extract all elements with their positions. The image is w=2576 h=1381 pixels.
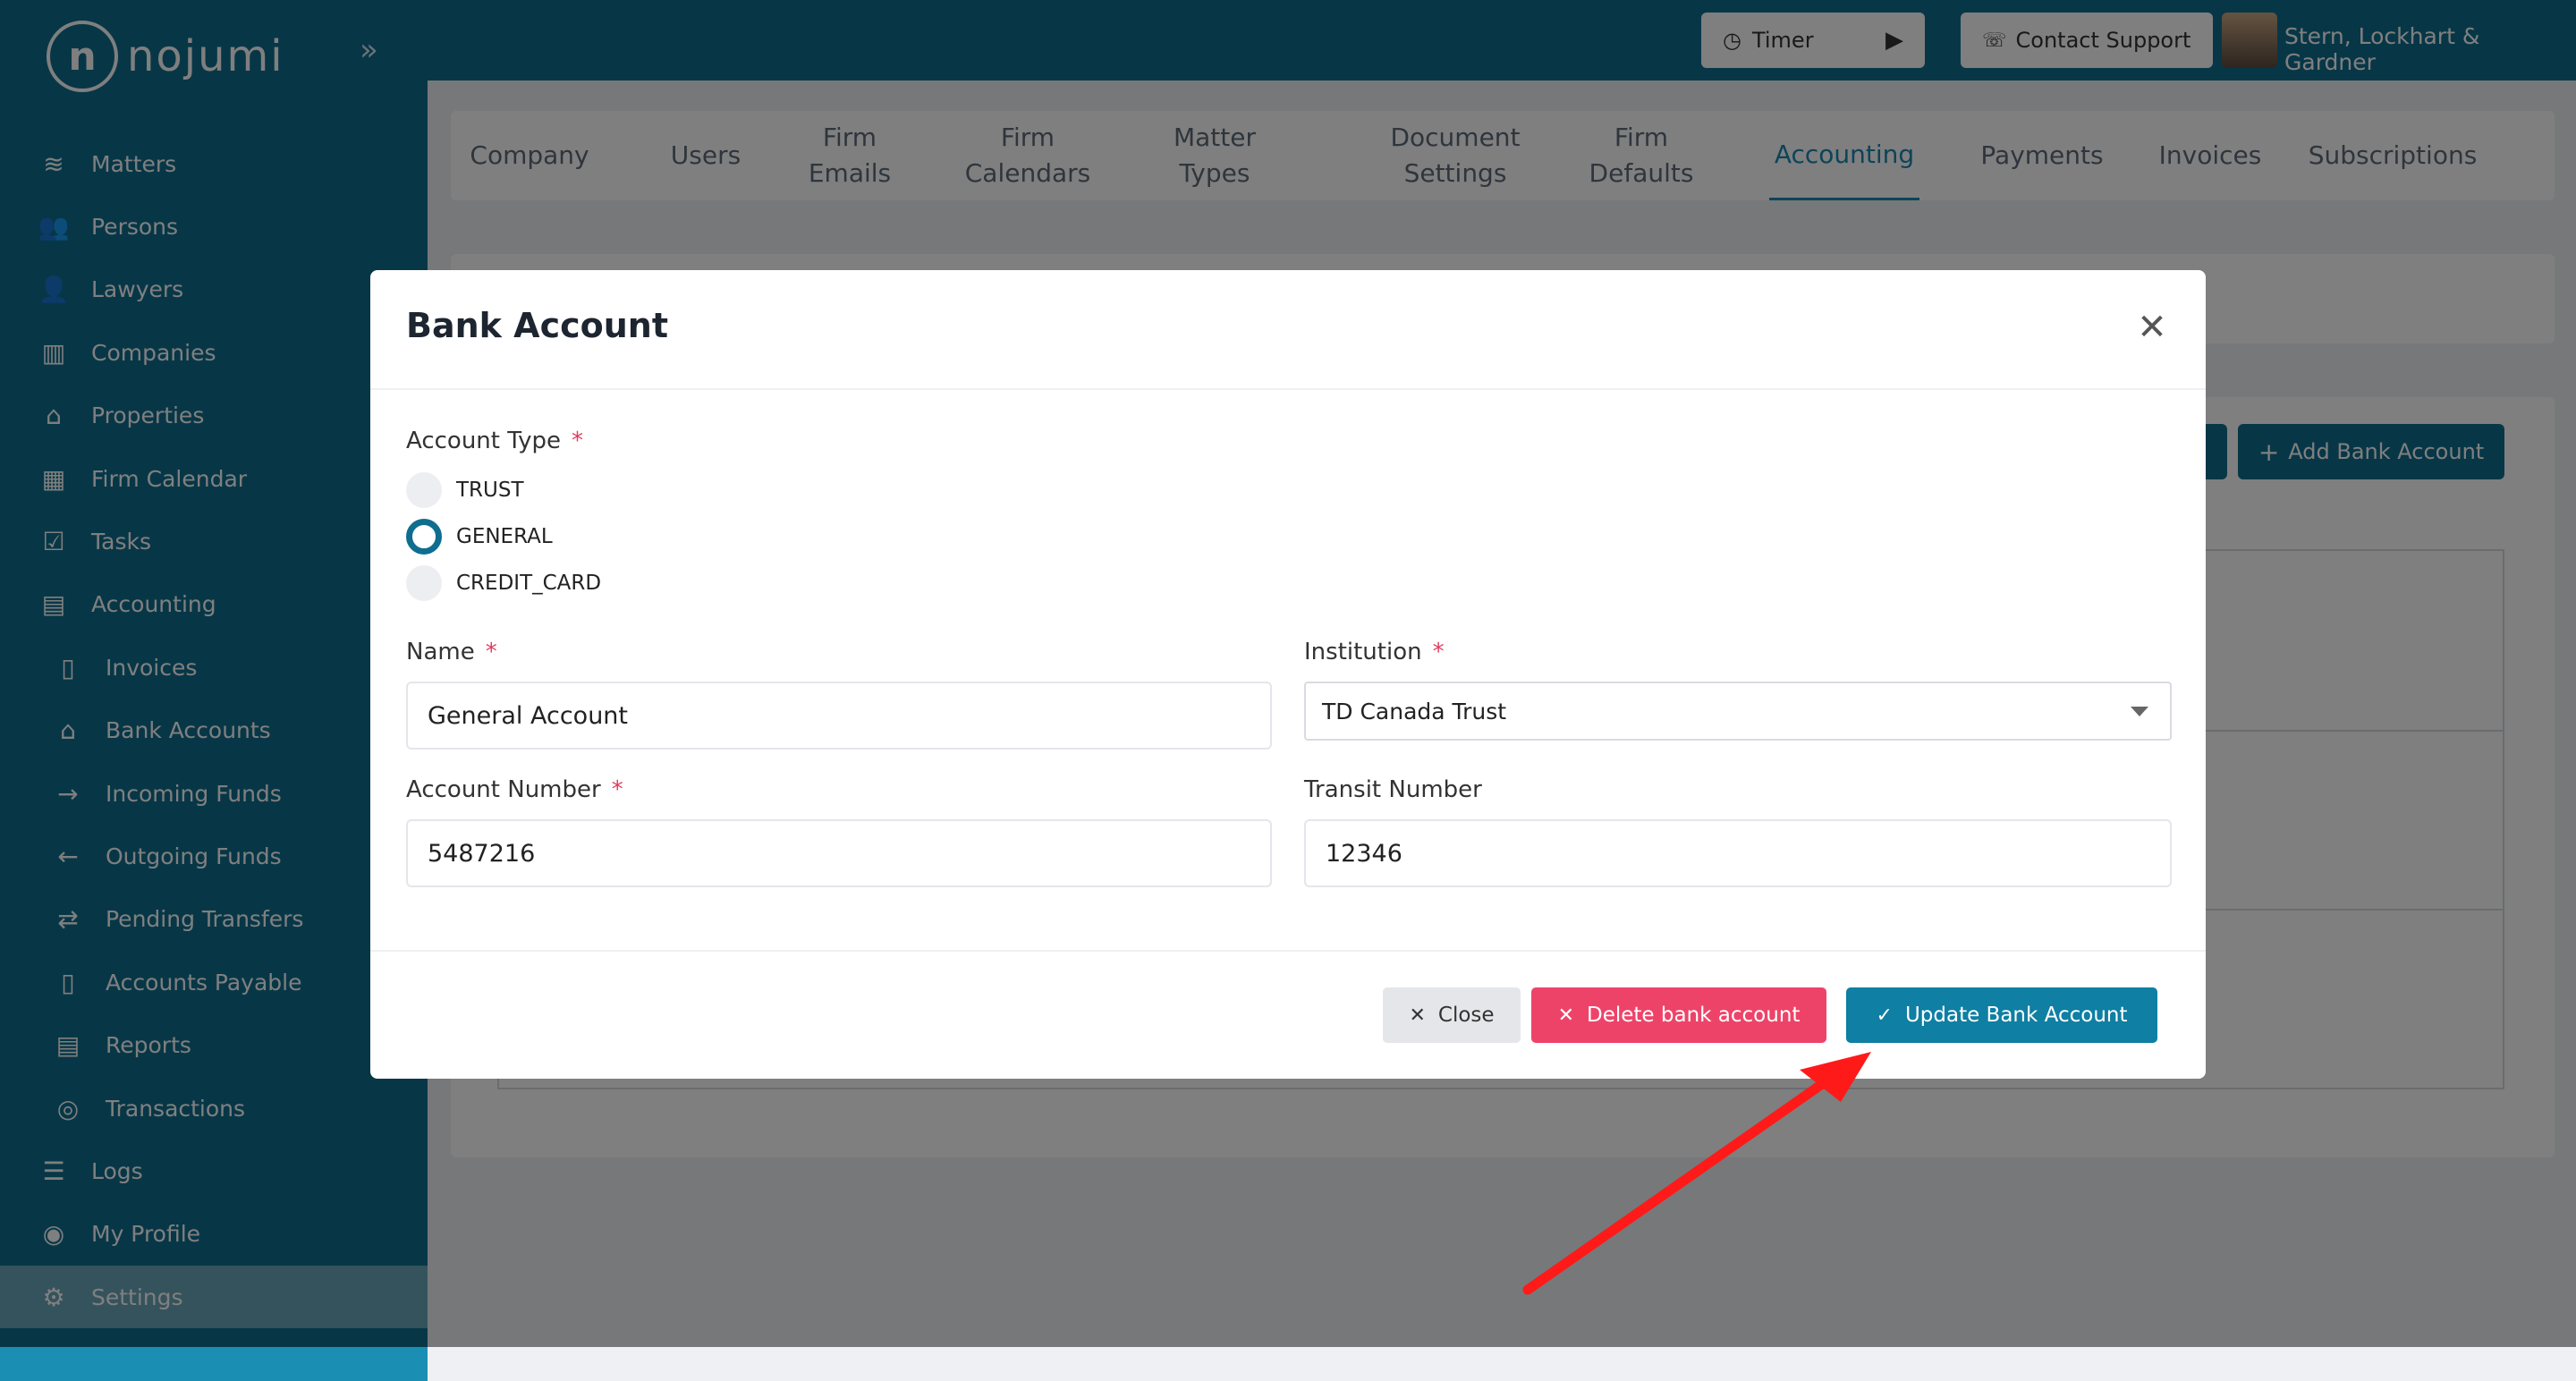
delete-button-label: Delete bank account [1587,1004,1801,1027]
bank-account-modal: Bank Account ✕ Account Type * TRUST GENER… [370,270,2206,1079]
modal-footer-divider [370,950,2206,952]
x-icon: ✕ [1409,1004,1426,1027]
radio-general-label: GENERAL [456,525,553,548]
institution-label: Institution * [1304,639,1445,665]
transit-number-label: Transit Number [1304,776,1482,803]
name-input[interactable]: General Account [406,682,1272,750]
delete-bank-account-button[interactable]: ✕ Delete bank account [1531,987,1826,1043]
radio-credit-card[interactable]: CREDIT_CARD [406,563,601,603]
radio-credit-card-label: CREDIT_CARD [456,572,602,595]
update-bank-account-button[interactable]: ✓ Update Bank Account [1846,987,2157,1043]
radio-trust-input[interactable] [406,472,442,508]
chevron-down-icon [2131,707,2148,716]
account-number-input[interactable]: 5487216 [406,819,1272,887]
x-icon: ✕ [1557,1004,1574,1027]
update-button-label: Update Bank Account [1904,1004,2128,1027]
radio-general-input[interactable] [406,519,442,555]
radio-trust-label: TRUST [456,479,524,502]
modal-title: Bank Account [406,306,668,345]
name-label: Name * [406,639,497,665]
transit-number-input[interactable]: 12346 [1304,819,2172,887]
close-button[interactable]: ✕ Close [1383,987,1521,1043]
modal-header: Bank Account ✕ [370,270,2206,390]
radio-credit-card-input[interactable] [406,565,442,601]
close-icon[interactable]: ✕ [2134,309,2170,345]
account-type-label: Account Type * [406,428,583,454]
radio-general[interactable]: GENERAL [406,517,553,556]
institution-value: TD Canada Trust [1322,698,1507,724]
sidebar-footer [0,1347,428,1381]
close-button-label: Close [1437,1004,1495,1027]
institution-select[interactable]: TD Canada Trust [1304,682,2172,741]
account-number-label: Account Number * [406,776,623,803]
check-icon: ✓ [1876,1004,1893,1027]
radio-trust[interactable]: TRUST [406,470,524,510]
